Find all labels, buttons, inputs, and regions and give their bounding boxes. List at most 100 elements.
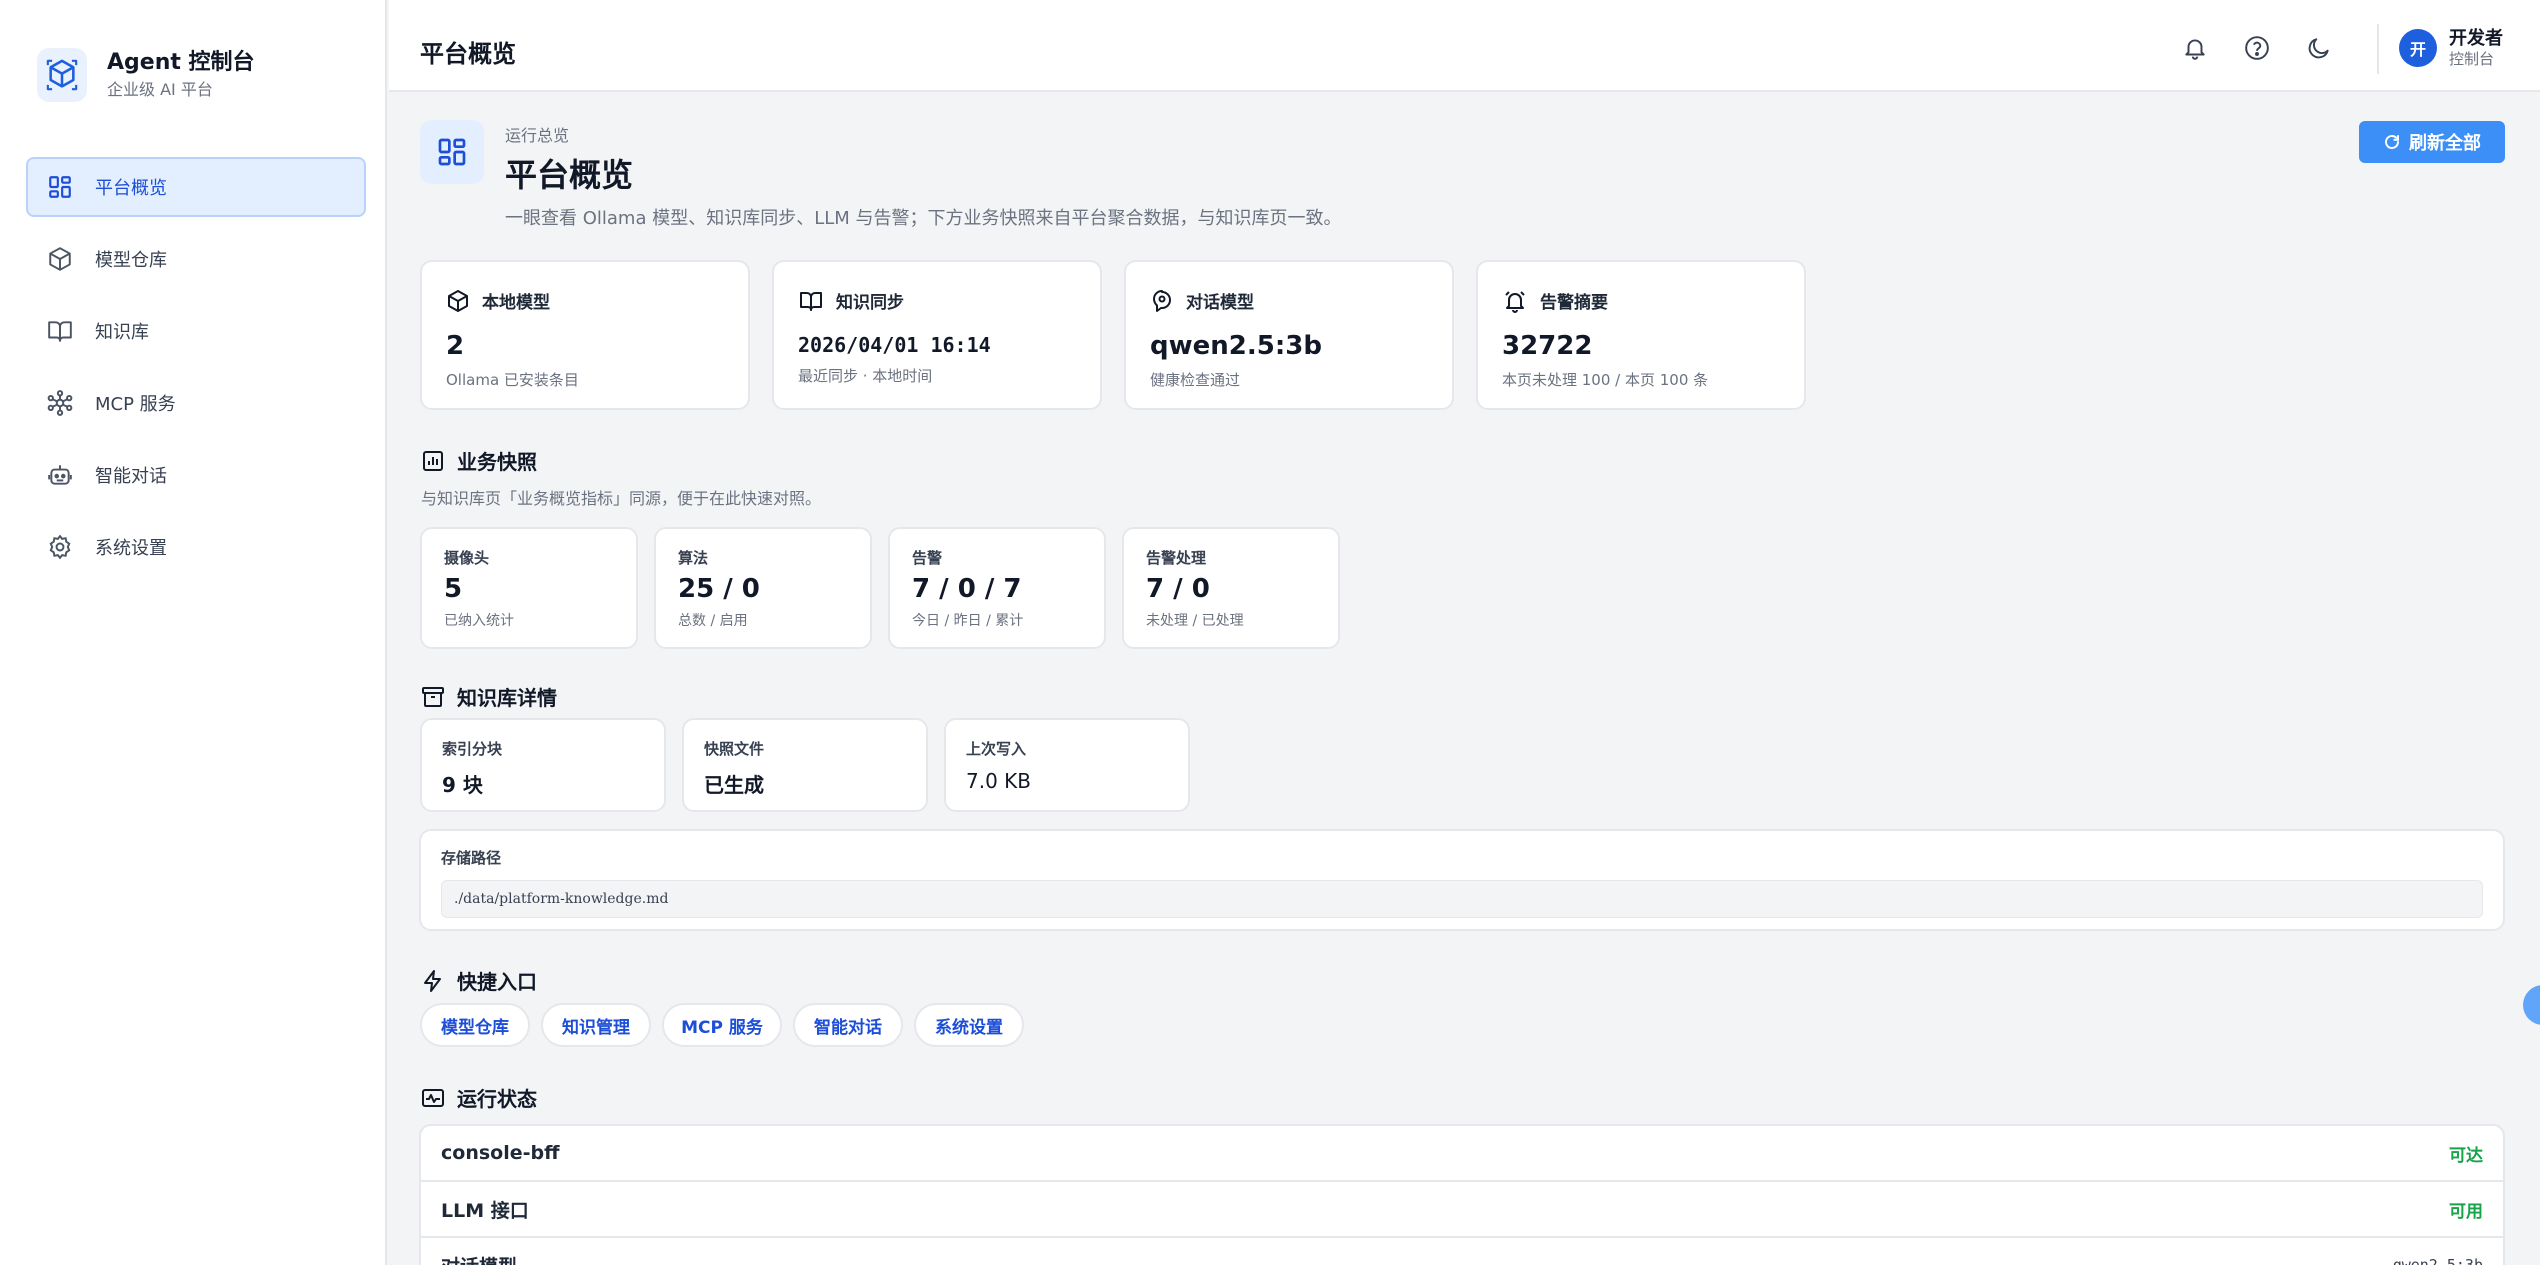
status-value: 可达 bbox=[2449, 1145, 2483, 1166]
biz-sub: 今日 / 昨日 / 累计 bbox=[912, 613, 1024, 629]
biz-value: 7 / 0 / 7 bbox=[912, 574, 1022, 604]
stat-value: qwen2.5:3b bbox=[1150, 331, 1322, 361]
brand-logo-icon bbox=[37, 48, 87, 102]
status-value: 可用 bbox=[2449, 1201, 2483, 1222]
sidebar-item-overview[interactable]: 平台概览 bbox=[26, 157, 366, 217]
bar-chart-icon bbox=[421, 449, 457, 473]
moon-icon[interactable] bbox=[2306, 35, 2334, 63]
shortcut-models[interactable]: 模型仓库 bbox=[420, 1003, 530, 1047]
topbar: 平台概览 开 开发者 控制台 bbox=[389, 0, 2540, 92]
storage-path-value[interactable]: ./data/platform-knowledge.md bbox=[441, 880, 2483, 918]
sidebar: Agent 控制台 企业级 AI 平台 平台概览 模型仓库 知识库 MCP 服务… bbox=[0, 0, 387, 1265]
stat-label: 告警摘要 bbox=[1540, 293, 1608, 313]
runtime-section-title: 运行状态 bbox=[421, 1083, 537, 1112]
biz-label: 算法 bbox=[678, 549, 709, 567]
user-name: 开发者 bbox=[2449, 28, 2503, 49]
network-icon bbox=[45, 388, 75, 418]
sidebar-item-models[interactable]: 模型仓库 bbox=[26, 229, 366, 289]
archive-icon bbox=[421, 685, 457, 709]
brand[interactable]: Agent 控制台 企业级 AI 平台 bbox=[37, 48, 255, 102]
kb-value: 9 块 bbox=[442, 773, 483, 797]
storage-path-card: 存储路径 ./data/platform-knowledge.md bbox=[419, 829, 2505, 931]
sidebar-item-mcp[interactable]: MCP 服务 bbox=[26, 373, 366, 433]
avatar: 开 bbox=[2399, 29, 2437, 67]
main-content: 运行总览 平台概览 一眼查看 Ollama 模型、知识库同步、LLM 与告警；下… bbox=[389, 92, 2540, 1265]
bell-icon[interactable] bbox=[2182, 35, 2210, 63]
sidebar-item-chat[interactable]: 智能对话 bbox=[26, 445, 366, 505]
biz-label: 告警 bbox=[912, 549, 943, 567]
sidebar-item-label: 智能对话 bbox=[95, 466, 167, 487]
kb-label: 上次写入 bbox=[966, 740, 1027, 758]
knowledge-title-text: 知识库详情 bbox=[457, 686, 557, 710]
status-value: qwen2.5:3b bbox=[2392, 1256, 2483, 1265]
user-subtitle: 控制台 bbox=[2449, 50, 2495, 68]
status-name: console-bff bbox=[441, 1142, 560, 1164]
storage-path-label: 存储路径 bbox=[441, 849, 502, 867]
status-row: 对话模型 qwen2.5:3b bbox=[421, 1238, 2503, 1265]
business-description: 与知识库页「业务概览指标」同源，便于在此快速对照。 bbox=[421, 489, 822, 508]
status-row: console-bff 可达 bbox=[421, 1126, 2503, 1182]
sidebar-item-label: MCP 服务 bbox=[95, 394, 176, 415]
shortcut-chat[interactable]: 智能对话 bbox=[793, 1003, 903, 1047]
biz-card-alarm: 告警 7 / 0 / 7 今日 / 昨日 / 累计 bbox=[888, 527, 1106, 649]
biz-card-algorithm: 算法 25 / 0 总数 / 启用 bbox=[654, 527, 872, 649]
brand-subtitle: 企业级 AI 平台 bbox=[107, 80, 213, 99]
runtime-title-text: 运行状态 bbox=[457, 1087, 537, 1111]
sidebar-item-label: 知识库 bbox=[95, 322, 149, 343]
biz-label: 摄像头 bbox=[444, 549, 490, 567]
sidebar-item-label: 系统设置 bbox=[95, 538, 167, 559]
user-menu[interactable]: 开 开发者 控制台 bbox=[2399, 28, 2503, 68]
gear-icon bbox=[45, 532, 75, 562]
cube-icon bbox=[446, 289, 482, 313]
kb-label: 快照文件 bbox=[704, 740, 765, 758]
page-eyebrow: 运行总览 bbox=[505, 126, 570, 145]
lightning-icon bbox=[421, 969, 457, 993]
business-section-title: 业务快照 bbox=[421, 446, 537, 475]
shortcuts-section-title: 快捷入口 bbox=[421, 966, 537, 995]
sidebar-item-settings[interactable]: 系统设置 bbox=[26, 517, 366, 577]
cube-icon bbox=[45, 244, 75, 274]
kb-card-chunks: 索引分块 9 块 bbox=[420, 718, 666, 812]
stat-sub: Ollama 已安装条目 bbox=[446, 371, 579, 389]
brand-title: Agent 控制台 bbox=[107, 50, 255, 75]
biz-value: 25 / 0 bbox=[678, 574, 760, 604]
shortcut-settings[interactable]: 系统设置 bbox=[914, 1003, 1024, 1047]
page-description: 一眼查看 Ollama 模型、知识库同步、LLM 与告警；下方业务快照来自平台聚… bbox=[505, 208, 1342, 229]
status-name: 对话模型 bbox=[441, 1252, 517, 1265]
stat-card-local-models: 本地模型 2 Ollama 已安装条目 bbox=[420, 260, 750, 410]
sidebar-item-label: 模型仓库 bbox=[95, 250, 167, 271]
shortcuts-title-text: 快捷入口 bbox=[457, 970, 537, 994]
biz-card-camera: 摄像头 5 已纳入统计 bbox=[420, 527, 638, 649]
business-title-text: 业务快照 bbox=[457, 450, 537, 474]
refresh-all-label: 刷新全部 bbox=[2409, 133, 2481, 153]
stat-sub: 本页未处理 100 / 本页 100 条 bbox=[1502, 371, 1709, 389]
topbar-title: 平台概览 bbox=[420, 40, 516, 68]
robot-icon bbox=[45, 460, 75, 490]
refresh-icon bbox=[2383, 133, 2409, 151]
runtime-status-list: console-bff 可达 LLM 接口 可用 对话模型 qwen2.5:3b bbox=[419, 1124, 2505, 1265]
topbar-divider bbox=[2377, 24, 2379, 74]
knowledge-section-title: 知识库详情 bbox=[421, 682, 557, 711]
stat-card-knowledge-sync: 知识同步 2026/04/01 16:14 最近同步 · 本地时间 bbox=[772, 260, 1102, 410]
alarm-icon bbox=[1502, 289, 1540, 313]
stat-card-alarm-summary: 告警摘要 32722 本页未处理 100 / 本页 100 条 bbox=[1476, 260, 1806, 410]
biz-sub: 未处理 / 已处理 bbox=[1146, 613, 1244, 629]
biz-sub: 总数 / 启用 bbox=[678, 613, 748, 629]
chat-model-icon bbox=[1150, 289, 1186, 313]
pulse-icon bbox=[421, 1086, 457, 1110]
kb-card-snapshot: 快照文件 已生成 bbox=[682, 718, 928, 812]
book-icon bbox=[45, 316, 75, 346]
shortcut-knowledge[interactable]: 知识管理 bbox=[541, 1003, 651, 1047]
sidebar-item-label: 平台概览 bbox=[95, 178, 167, 199]
book-icon bbox=[798, 289, 836, 313]
stat-card-chat-model: 对话模型 qwen2.5:3b 健康检查通过 bbox=[1124, 260, 1454, 410]
sidebar-item-knowledge[interactable]: 知识库 bbox=[26, 301, 366, 361]
biz-card-alarm-handling: 告警处理 7 / 0 未处理 / 已处理 bbox=[1122, 527, 1340, 649]
help-icon[interactable] bbox=[2244, 35, 2272, 63]
shortcut-mcp[interactable]: MCP 服务 bbox=[662, 1003, 782, 1047]
refresh-all-button[interactable]: 刷新全部 bbox=[2359, 121, 2505, 163]
stat-value: 2026/04/01 16:14 bbox=[798, 333, 991, 357]
biz-label: 告警处理 bbox=[1146, 549, 1207, 567]
biz-value: 5 bbox=[444, 574, 463, 604]
biz-value: 7 / 0 bbox=[1146, 574, 1210, 604]
